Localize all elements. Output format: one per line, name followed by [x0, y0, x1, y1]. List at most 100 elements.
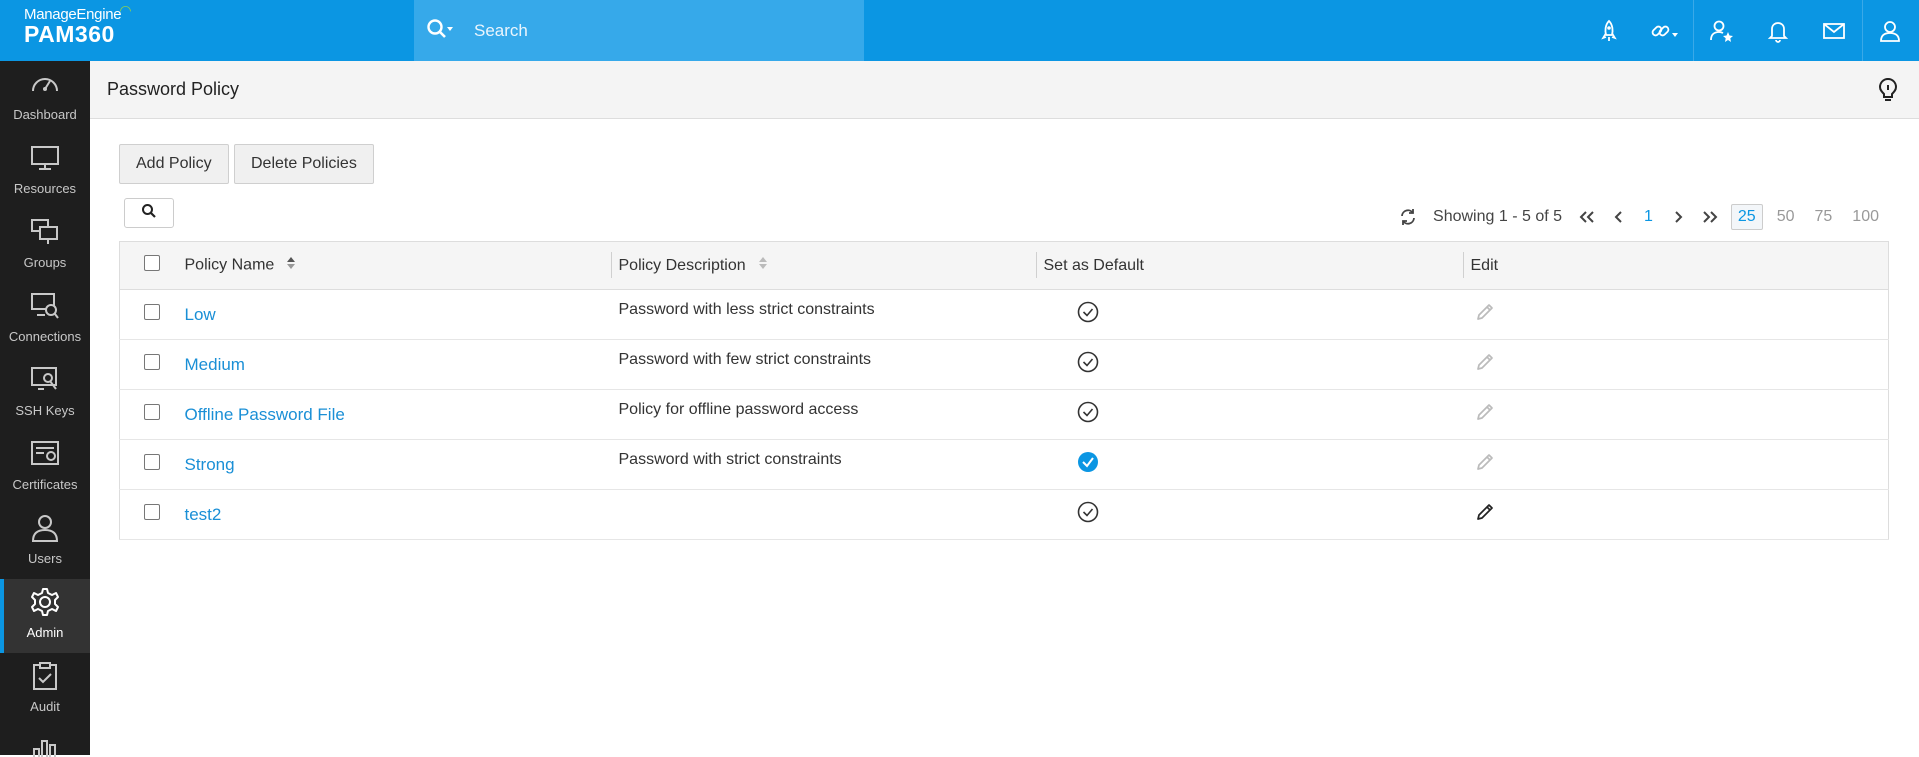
edit-pencil-icon: [1464, 451, 1496, 478]
sort-icon[interactable]: [758, 256, 768, 275]
sidebar-item-label: Audit: [30, 699, 60, 714]
table-row: Medium Password with few strict constrain…: [119, 339, 1889, 390]
pagination: Showing 1 - 5 of 5 1 25 50 75 100: [1391, 202, 1889, 232]
column-header-set-as-default: Set as Default: [1035, 241, 1463, 290]
sidebar-item-label: Dashboard: [13, 107, 77, 122]
link-icon[interactable]: [1637, 0, 1693, 61]
sidebar-item-label: Admin: [26, 625, 64, 640]
bell-icon[interactable]: [1750, 0, 1806, 61]
table-row: Low Password with less strict constraints: [119, 289, 1889, 340]
sidebar-item-groups[interactable]: Groups: [0, 209, 90, 283]
column-header-policy-description[interactable]: Policy Description: [610, 241, 1036, 290]
policy-table: Policy Name Policy Description Set as De…: [119, 241, 1889, 540]
page-size-100[interactable]: 100: [1852, 208, 1879, 226]
sidebar-item-label: SSH Keys: [15, 403, 75, 418]
logo[interactable]: ManageEngine◠ PAM360: [24, 2, 133, 48]
last-page-icon[interactable]: [1701, 210, 1719, 224]
row-checkbox[interactable]: [143, 404, 160, 420]
sidebar-item-label: Certificates: [12, 477, 78, 492]
default-check-icon[interactable]: [1037, 401, 1099, 428]
lightbulb-icon[interactable]: [1877, 77, 1899, 107]
edit-pencil-icon: [1464, 301, 1496, 328]
policy-description: Password with less strict constraints: [618, 300, 875, 318]
policy-description: Password with strict constraints: [618, 450, 842, 468]
default-check-icon[interactable]: [1037, 301, 1099, 328]
bar-chart-icon: [29, 735, 61, 757]
next-page-icon[interactable]: [1673, 210, 1685, 224]
edit-pencil-icon: [1464, 351, 1496, 378]
policy-name-link[interactable]: Strong: [185, 455, 235, 474]
column-header-edit: Edit: [1462, 241, 1889, 290]
table-row: Strong Password with strict constraints: [119, 439, 1889, 490]
row-checkbox[interactable]: [143, 454, 160, 470]
sidebar-item-reports[interactable]: [0, 727, 90, 757]
column-header-policy-name[interactable]: Policy Name: [183, 241, 611, 290]
sidebar-item-ssh-keys[interactable]: SSH Keys: [0, 357, 90, 431]
row-checkbox[interactable]: [143, 354, 160, 370]
default-check-icon[interactable]: [1037, 501, 1099, 528]
clipboard-icon: [29, 661, 61, 695]
connections-icon: [29, 291, 61, 325]
select-all-checkbox[interactable]: [143, 255, 160, 271]
sidebar-item-certificates[interactable]: Certificates: [0, 431, 90, 505]
policy-description: [612, 501, 619, 518]
certificate-icon: [29, 439, 61, 473]
row-checkbox[interactable]: [143, 304, 160, 320]
groups-icon: [29, 217, 61, 251]
monitor-icon: [29, 143, 61, 177]
table-row: test2: [119, 489, 1889, 540]
mail-icon[interactable]: [1806, 0, 1862, 61]
policy-name-link[interactable]: Low: [185, 305, 216, 324]
edit-pencil-icon: [1464, 401, 1496, 428]
sidebar-item-label: Groups: [23, 255, 67, 270]
first-page-icon[interactable]: [1578, 210, 1596, 224]
policy-description: Password with few strict constraints: [618, 350, 872, 368]
delete-policies-button[interactable]: Delete Policies: [234, 144, 374, 184]
default-check-filled-icon[interactable]: [1037, 451, 1099, 478]
sidebar-item-connections[interactable]: Connections: [0, 283, 90, 357]
gear-icon: [29, 587, 61, 621]
search-icon: [141, 203, 157, 223]
sidebar-item-label: Users: [28, 551, 62, 566]
policy-description: Policy for offline password access: [618, 400, 859, 418]
product-name: PAM360: [24, 21, 115, 47]
policy-name-link[interactable]: test2: [185, 505, 222, 524]
add-policy-button[interactable]: Add Policy: [119, 144, 229, 184]
table-header-row: Policy Name Policy Description Set as De…: [119, 241, 1889, 290]
page-header: Password Policy: [90, 61, 1919, 119]
ssh-key-icon: [29, 365, 61, 399]
global-search: [414, 0, 864, 61]
refresh-icon[interactable]: [1399, 208, 1417, 226]
user-star-icon[interactable]: [1693, 0, 1750, 61]
sidebar-item-label: Resources: [13, 181, 77, 196]
sidebar-item-dashboard[interactable]: Dashboard: [0, 61, 90, 135]
sidebar-item-admin[interactable]: Admin: [0, 579, 90, 653]
page-size-75[interactable]: 75: [1815, 208, 1833, 226]
table-search-button[interactable]: [124, 198, 174, 228]
rocket-icon[interactable]: [1581, 0, 1637, 61]
dashboard-icon: [29, 69, 61, 103]
sidebar-item-audit[interactable]: Audit: [0, 653, 90, 727]
sidebar-item-resources[interactable]: Resources: [0, 135, 90, 209]
user-profile-icon[interactable]: [1862, 0, 1919, 61]
page-size-25[interactable]: 25: [1730, 204, 1763, 230]
user-icon: [29, 513, 61, 547]
edit-pencil-icon[interactable]: [1464, 501, 1496, 528]
search-input[interactable]: [472, 16, 846, 46]
top-bar: ManageEngine◠ PAM360: [0, 0, 1919, 61]
sort-icon[interactable]: [286, 256, 296, 275]
policy-name-link[interactable]: Offline Password File: [185, 405, 345, 424]
sidebar-item-users[interactable]: Users: [0, 505, 90, 579]
previous-page-icon[interactable]: [1612, 210, 1624, 224]
search-icon[interactable]: [426, 18, 456, 46]
page-size-50[interactable]: 50: [1777, 208, 1795, 226]
sidebar: Dashboard Resources Groups Connections S…: [0, 61, 90, 757]
default-check-icon[interactable]: [1037, 351, 1099, 378]
sidebar-item-label: Connections: [8, 329, 82, 344]
policy-name-link[interactable]: Medium: [185, 355, 245, 374]
showing-count: Showing 1 - 5 of 5: [1433, 208, 1562, 225]
current-page[interactable]: 1: [1644, 208, 1653, 226]
page-title: Password Policy: [107, 79, 240, 99]
row-checkbox[interactable]: [143, 504, 160, 520]
table-row: Offline Password File Policy for offline …: [119, 389, 1889, 440]
